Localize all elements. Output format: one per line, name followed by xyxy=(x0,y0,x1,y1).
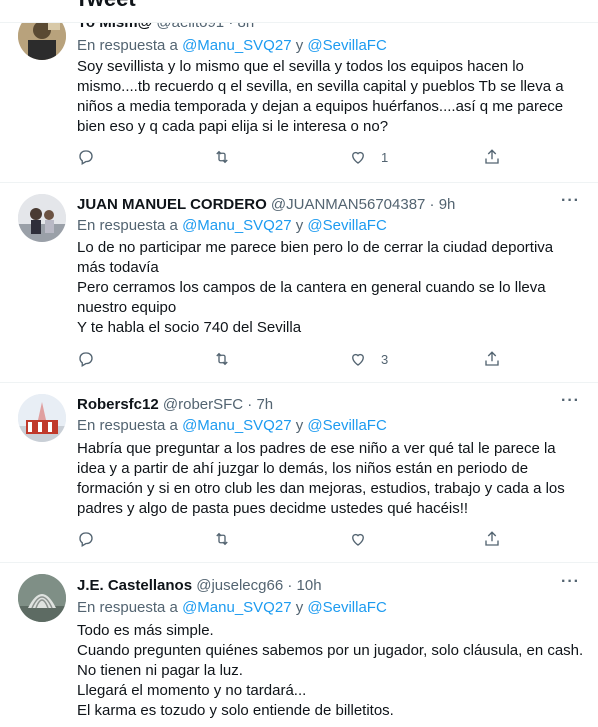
retweet-icon xyxy=(216,150,228,164)
reply-and: y xyxy=(295,417,304,434)
mention-link[interactable]: @SevillaFC xyxy=(307,37,386,54)
retweet-icon xyxy=(216,532,228,546)
tweet[interactable]: Yo Mism@ @aelito91 · 8h ··· En respuesta… xyxy=(0,0,598,183)
reply-and: y xyxy=(295,599,304,616)
tweet-header: JUAN MANUEL CORDERO @JUANMAN56704387 · 9… xyxy=(77,196,455,213)
mention-link[interactable]: @Manu_SVQ27 xyxy=(182,417,291,434)
tweet-text-line: Habría que preguntar a los padres de ese… xyxy=(77,440,556,457)
reply-context: En respuesta a @Manu_SVQ27 y @SevillaFC xyxy=(77,217,387,234)
tweet-text-line: bien eso y q cada papi elija si le inter… xyxy=(77,118,389,135)
timestamp[interactable]: 9h xyxy=(439,196,456,213)
reply-button[interactable] xyxy=(77,530,95,548)
reply-button[interactable] xyxy=(77,148,95,166)
tweet-text-line: Y te habla el socio 740 del Sevilla xyxy=(77,319,302,336)
tweet-text-line: niños a media temporada y dejan a equipo… xyxy=(77,98,564,115)
retweet-button[interactable] xyxy=(213,148,231,166)
tweet-text-line: Soy sevillista y lo mismo que el sevilla… xyxy=(77,58,524,75)
reply-prefix: En respuesta a xyxy=(77,417,178,434)
reply-context: En respuesta a @Manu_SVQ27 y @SevillaFC xyxy=(77,599,387,616)
tweet-actions: 1 xyxy=(77,148,517,168)
reply-context: En respuesta a @Manu_SVQ27 y @SevillaFC xyxy=(77,37,387,54)
reply-and: y xyxy=(295,37,304,54)
tweet-text-line: Pero cerramos los campos de la cantera e… xyxy=(77,279,546,296)
like-count: 1 xyxy=(381,149,389,165)
share-button[interactable] xyxy=(483,530,501,548)
avatar[interactable] xyxy=(18,394,66,442)
avatar[interactable] xyxy=(18,574,66,622)
reply-prefix: En respuesta a xyxy=(77,37,178,54)
tweet-text-line: Cuando pregunten quiénes sabemos por un … xyxy=(77,642,584,659)
tweet-text-line: idea y a partir de ahí juzgar lo demás, … xyxy=(77,460,529,477)
author-handle[interactable]: @juselecg66 xyxy=(196,577,283,594)
tweet-text: Todo es más simple. Cuando pregunten qui… xyxy=(77,621,584,721)
tweet-text: Habría que preguntar a los padres de ese… xyxy=(77,439,577,519)
like-icon xyxy=(352,353,364,366)
like-button[interactable]: 3 xyxy=(349,350,388,368)
tweet-text-line: El karma es tozudo y solo entiende de bi… xyxy=(77,702,394,719)
avatar[interactable] xyxy=(18,194,66,242)
tweet-text-line: Llegará el momento y no tardará... xyxy=(77,682,307,699)
share-icon xyxy=(485,351,499,366)
share-button[interactable] xyxy=(483,350,501,368)
like-count: 3 xyxy=(381,351,389,367)
like-button[interactable] xyxy=(349,530,367,548)
tweet-actions: 3 xyxy=(77,350,517,370)
share-icon xyxy=(485,531,499,546)
tweet-text-line: mismo....tb recuerdo q el sevilla, en se… xyxy=(77,78,564,95)
more-options-icon[interactable]: ··· xyxy=(561,392,580,410)
author-handle[interactable]: @roberSFC xyxy=(163,396,243,413)
more-options-icon[interactable]: ··· xyxy=(561,573,580,591)
mention-link[interactable]: @SevillaFC xyxy=(307,599,386,616)
tweet-text-line: No tienen ni pagar la luz. xyxy=(77,662,243,679)
tweet-actions xyxy=(77,530,517,550)
mention-link[interactable]: @SevillaFC xyxy=(307,417,386,434)
tweet-text: Soy sevillista y lo mismo que el sevilla… xyxy=(77,57,577,137)
reply-icon xyxy=(79,532,93,547)
tweet-text-line: Todo es más simple. xyxy=(77,622,214,639)
tweet[interactable]: Robersfc12 @roberSFC · 7h ··· En respues… xyxy=(0,382,598,563)
tweet-header: Robersfc12 @roberSFC · 7h xyxy=(77,396,273,413)
share-button[interactable] xyxy=(483,148,501,166)
tweet-text-line: Lo de no participar me parece bien pero … xyxy=(77,239,554,256)
retweet-button[interactable] xyxy=(213,350,231,368)
reply-prefix: En respuesta a xyxy=(77,217,178,234)
reply-context: En respuesta a @Manu_SVQ27 y @SevillaFC xyxy=(77,417,387,434)
retweet-icon xyxy=(216,352,228,366)
tweet-text-line: padres y algo de pasta pues decidme uste… xyxy=(77,500,469,517)
author-name[interactable]: Robersfc12 xyxy=(77,396,159,413)
reply-prefix: En respuesta a xyxy=(77,599,178,616)
tweet-text-line: más todavía xyxy=(77,259,159,276)
separator-dot: · xyxy=(247,396,253,413)
tweet[interactable]: J.E. Castellanos @juselecg66 · 10h ··· E… xyxy=(0,562,598,727)
mention-link[interactable]: @Manu_SVQ27 xyxy=(182,37,291,54)
mention-link[interactable]: @Manu_SVQ27 xyxy=(182,599,291,616)
reply-and: y xyxy=(295,217,304,234)
author-handle[interactable]: @JUANMAN56704387 xyxy=(271,196,425,213)
separator-dot: · xyxy=(287,577,293,594)
author-name[interactable]: JUAN MANUEL CORDERO xyxy=(77,196,267,213)
reply-icon xyxy=(79,150,93,165)
separator-dot: · xyxy=(429,196,435,213)
like-icon xyxy=(352,533,364,546)
mention-link[interactable]: @SevillaFC xyxy=(307,217,386,234)
timestamp[interactable]: 10h xyxy=(297,577,322,594)
share-icon xyxy=(485,149,499,164)
like-icon xyxy=(352,151,364,164)
top-bar: Tweet xyxy=(0,0,598,23)
tweet-header: J.E. Castellanos @juselecg66 · 10h xyxy=(77,577,322,594)
reply-icon xyxy=(79,352,93,367)
tweet[interactable]: JUAN MANUEL CORDERO @JUANMAN56704387 · 9… xyxy=(0,182,598,383)
reply-button[interactable] xyxy=(77,350,95,368)
like-button[interactable]: 1 xyxy=(349,148,388,166)
author-name[interactable]: J.E. Castellanos xyxy=(77,577,192,594)
mention-link[interactable]: @Manu_SVQ27 xyxy=(182,217,291,234)
more-options-icon[interactable]: ··· xyxy=(561,192,580,210)
tweet-text-line: formación y si en otro club les dan mejo… xyxy=(77,480,565,497)
timestamp[interactable]: 7h xyxy=(256,396,273,413)
tweet-text: Lo de no participar me parece bien pero … xyxy=(77,238,577,338)
retweet-button[interactable] xyxy=(213,530,231,548)
page-title: Tweet xyxy=(75,0,136,12)
tweet-text-line: nuestro equipo xyxy=(77,299,177,316)
